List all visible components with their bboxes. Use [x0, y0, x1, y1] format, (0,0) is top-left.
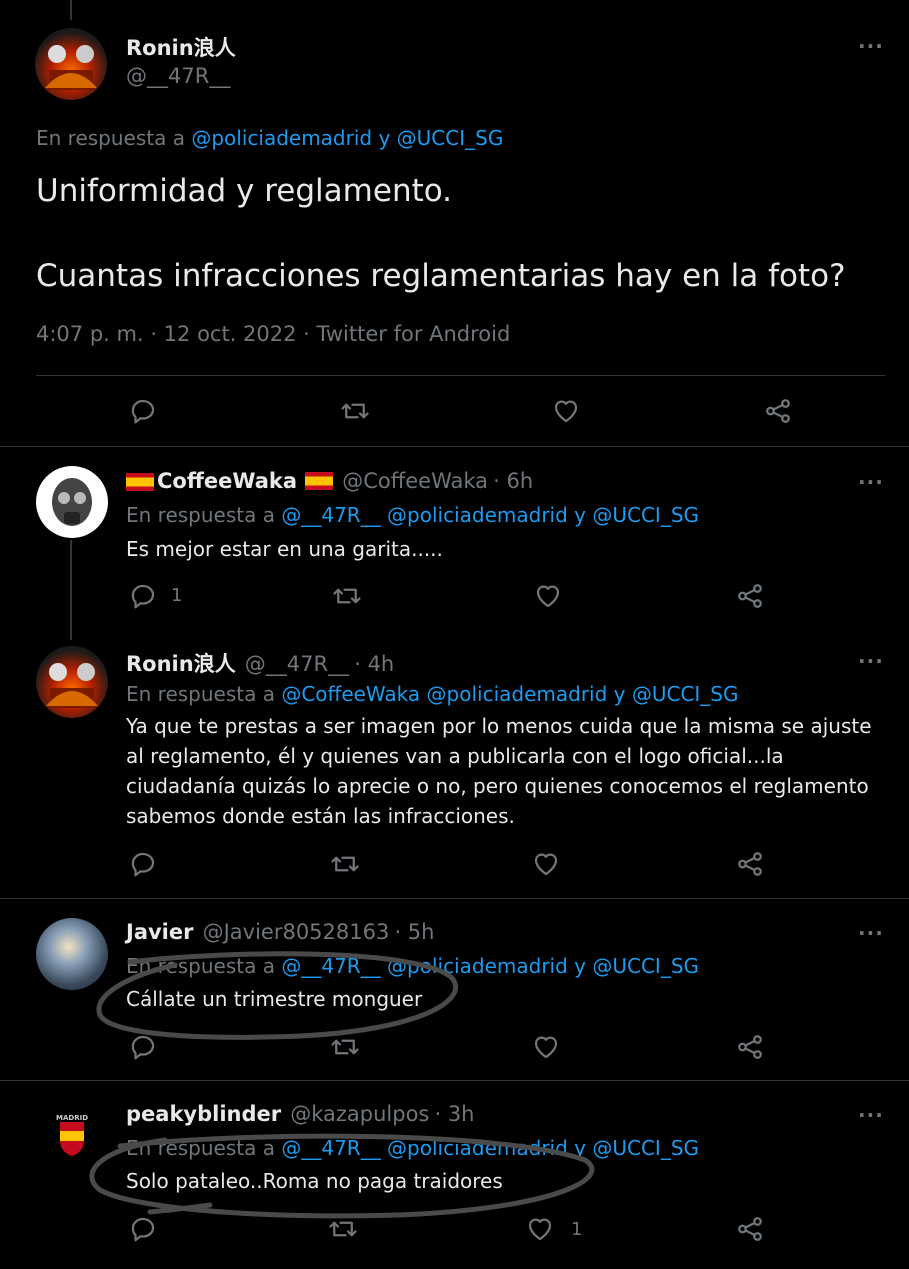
- reply-context: En respuesta a @__47R__ @policiademadrid…: [126, 954, 699, 978]
- thread-line: [70, 540, 72, 640]
- divider: [0, 1080, 909, 1081]
- author-handle[interactable]: @Javier80528163: [203, 920, 390, 944]
- tweet-time[interactable]: · 5h: [394, 920, 434, 944]
- like-icon[interactable]: [533, 581, 563, 611]
- avatar[interactable]: MADRID: [36, 1100, 108, 1172]
- divider: [36, 375, 885, 376]
- like-icon[interactable]: [551, 396, 581, 426]
- avatar[interactable]: [36, 918, 108, 990]
- avatar[interactable]: [36, 466, 108, 538]
- retweet-icon[interactable]: [330, 849, 360, 879]
- author-handle[interactable]: @__47R__: [126, 64, 230, 88]
- like-count: 1: [571, 1219, 583, 1240]
- retweet-icon[interactable]: [332, 581, 362, 611]
- reply-context: En respuesta a @policiademadrid y @UCCI_…: [36, 126, 503, 150]
- share-icon[interactable]: [763, 396, 793, 426]
- reply-header: peakyblinder @kazapulpos · 3h: [126, 1102, 475, 1126]
- author-name[interactable]: CoffeeWaka: [157, 469, 297, 493]
- reply-icon[interactable]: [128, 1214, 158, 1244]
- tweet-text-line-1: Uniformidad y reglamento.: [36, 173, 453, 209]
- share-icon[interactable]: [735, 849, 765, 879]
- more-icon[interactable]: ···: [858, 470, 884, 494]
- spain-flag-icon: [305, 472, 334, 490]
- reply-context: En respuesta a @CoffeeWaka @policiademad…: [126, 682, 739, 706]
- reply-context: En respuesta a @__47R__ @policiademadrid…: [126, 1136, 699, 1160]
- reply-mentions[interactable]: @__47R__ @policiademadrid y @UCCI_SG: [281, 1136, 699, 1160]
- author-name[interactable]: Javier: [126, 920, 193, 944]
- tweet-text: Es mejor estar en una garita.....: [126, 537, 443, 561]
- more-icon[interactable]: ···: [858, 921, 884, 945]
- avatar[interactable]: [35, 28, 107, 100]
- author-name[interactable]: Ronin浪人: [126, 652, 236, 676]
- reply-header: Ronin浪人 @__47R__ · 4h: [126, 648, 394, 678]
- reply-label: En respuesta a: [126, 1136, 275, 1160]
- share-icon[interactable]: [735, 1214, 765, 1244]
- more-icon[interactable]: ···: [858, 649, 884, 673]
- author-handle[interactable]: @kazapulpos: [290, 1102, 429, 1126]
- tweet-time[interactable]: · 6h: [493, 469, 533, 493]
- spain-flag-icon: [126, 473, 154, 491]
- tweet-text-line-2: Cuantas infracciones reglamentarias hay …: [36, 258, 846, 294]
- tweet-text: Ya que te prestas a ser imagen por lo me…: [126, 714, 872, 828]
- author-handle[interactable]: @CoffeeWaka: [342, 469, 488, 493]
- author-handle[interactable]: @__47R__: [245, 652, 349, 676]
- avatar-logo-text: MADRID: [56, 1114, 88, 1122]
- like-icon[interactable]: [531, 849, 561, 879]
- tweet-time[interactable]: · 4h: [354, 652, 394, 676]
- tweet-time[interactable]: · 3h: [434, 1102, 474, 1126]
- reply-icon[interactable]: [128, 396, 158, 426]
- like-icon[interactable]: [525, 1214, 555, 1244]
- reply-label: En respuesta a: [126, 954, 275, 978]
- reply-label: En respuesta a: [36, 126, 185, 150]
- author-name[interactable]: peakyblinder: [126, 1102, 281, 1126]
- like-icon[interactable]: [531, 1032, 561, 1062]
- retweet-icon[interactable]: [328, 1214, 358, 1244]
- author-name[interactable]: Ronin浪人: [126, 32, 236, 62]
- reply-icon[interactable]: [128, 849, 158, 879]
- reply-mentions[interactable]: @policiademadrid y @UCCI_SG: [191, 126, 503, 150]
- retweet-icon[interactable]: [340, 396, 370, 426]
- reply-label: En respuesta a: [126, 682, 275, 706]
- share-icon[interactable]: [735, 1032, 765, 1062]
- reply-header: Javier @Javier80528163 · 5h: [126, 920, 434, 944]
- reply-header: CoffeeWaka @CoffeeWaka · 6h: [126, 469, 533, 493]
- reply-icon[interactable]: [128, 1032, 158, 1062]
- more-icon[interactable]: ···: [858, 1103, 884, 1127]
- thread-line: [70, 0, 72, 20]
- reply-mentions[interactable]: @CoffeeWaka @policiademadrid y @UCCI_SG: [281, 682, 738, 706]
- tweet-text: Cállate un trimestre monguer: [126, 987, 423, 1011]
- divider: [0, 446, 909, 447]
- retweet-icon[interactable]: [330, 1032, 360, 1062]
- reply-count: 1: [171, 585, 183, 606]
- reply-label: En respuesta a: [126, 503, 275, 527]
- tweet-meta[interactable]: 4:07 p. m. · 12 oct. 2022 · Twitter for …: [36, 322, 510, 346]
- more-icon[interactable]: ···: [858, 34, 884, 58]
- reply-mentions[interactable]: @__47R__ @policiademadrid y @UCCI_SG: [281, 503, 699, 527]
- divider: [0, 898, 909, 899]
- share-icon[interactable]: [735, 581, 765, 611]
- avatar[interactable]: [36, 646, 108, 718]
- tweet-text: Solo pataleo..Roma no paga traidores: [126, 1169, 503, 1193]
- reply-mentions[interactable]: @__47R__ @policiademadrid y @UCCI_SG: [281, 954, 699, 978]
- reply-context: En respuesta a @__47R__ @policiademadrid…: [126, 503, 699, 527]
- reply-icon[interactable]: [128, 581, 158, 611]
